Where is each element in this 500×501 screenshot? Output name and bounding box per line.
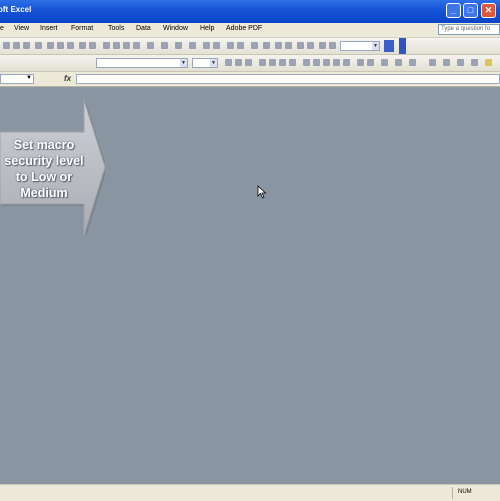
autosum-icon[interactable] bbox=[189, 42, 196, 49]
callout-line: security level bbox=[4, 154, 84, 168]
increase-indent-icon[interactable] bbox=[367, 59, 374, 66]
formula-input[interactable] bbox=[76, 74, 500, 84]
permission-icon[interactable] bbox=[35, 42, 42, 49]
callout-text: Set macro security level to Low or Mediu… bbox=[0, 137, 88, 201]
paste-icon[interactable] bbox=[123, 42, 130, 49]
dropdown-arrow-icon[interactable]: ▼ bbox=[180, 59, 187, 67]
borders-icon[interactable] bbox=[381, 59, 388, 66]
menu-adobe-pdf[interactable]: Adobe PDF bbox=[226, 25, 262, 32]
increase-decimal-icon[interactable] bbox=[333, 59, 340, 66]
insert-hyperlink-icon[interactable] bbox=[175, 42, 182, 49]
email-icon[interactable] bbox=[47, 42, 54, 49]
sort-descending-icon[interactable] bbox=[213, 42, 220, 49]
redo-icon[interactable] bbox=[161, 42, 168, 49]
toolbar-icon[interactable] bbox=[307, 42, 314, 49]
formula-bar: ▼ fx bbox=[0, 72, 500, 87]
cut-icon[interactable] bbox=[103, 42, 110, 49]
toolbar-icon[interactable] bbox=[263, 42, 270, 49]
menu-tools[interactable]: Tools bbox=[108, 25, 124, 32]
insert-function-icon[interactable]: fx bbox=[64, 74, 71, 83]
menu-insert[interactable]: Insert bbox=[40, 25, 58, 32]
decrease-indent-icon[interactable] bbox=[357, 59, 364, 66]
formatting-toolbar: ▼ ▼ bbox=[0, 55, 500, 72]
align-center-icon[interactable] bbox=[269, 59, 276, 66]
dropdown-arrow-icon[interactable]: ▼ bbox=[210, 59, 217, 67]
window-title: oft Excel bbox=[0, 5, 32, 14]
toolbar-icon[interactable] bbox=[275, 42, 282, 49]
status-bar: NUM bbox=[0, 484, 500, 501]
callout-line: Set macro bbox=[13, 138, 75, 152]
font-select[interactable]: ▼ bbox=[96, 58, 188, 68]
drawing-icon[interactable] bbox=[237, 42, 244, 49]
toolbar-icon[interactable] bbox=[457, 59, 464, 66]
cursor-icon bbox=[257, 185, 267, 199]
menu-edit[interactable]: e bbox=[0, 25, 4, 32]
minimize-icon[interactable]: _ bbox=[446, 3, 461, 18]
decrease-decimal-icon[interactable] bbox=[343, 59, 350, 66]
fill-color-icon[interactable] bbox=[395, 59, 402, 66]
toolbar-icon[interactable] bbox=[329, 42, 336, 49]
toolbar-handle bbox=[399, 38, 406, 54]
open-icon[interactable] bbox=[13, 42, 20, 49]
highlight-icon[interactable] bbox=[485, 59, 492, 66]
copy-icon[interactable] bbox=[113, 42, 120, 49]
toolbar-icon[interactable] bbox=[285, 42, 292, 49]
menu-help[interactable]: Help bbox=[200, 25, 214, 32]
toolbar-icon[interactable] bbox=[319, 42, 326, 49]
save-icon[interactable] bbox=[23, 42, 30, 49]
title-bar: oft Excel _ □ ✕ bbox=[0, 0, 500, 23]
currency-icon[interactable] bbox=[303, 59, 310, 66]
dropdown-arrow-icon[interactable]: ▼ bbox=[372, 42, 379, 50]
callout-line: Medium bbox=[20, 186, 68, 200]
undo-icon[interactable] bbox=[147, 42, 154, 49]
toolbar-icon[interactable] bbox=[297, 42, 304, 49]
standard-toolbar: ▼ bbox=[0, 38, 500, 55]
align-right-icon[interactable] bbox=[279, 59, 286, 66]
print-preview-icon[interactable] bbox=[67, 42, 74, 49]
underline-icon[interactable] bbox=[245, 59, 252, 66]
new-icon[interactable] bbox=[3, 42, 10, 49]
menu-data[interactable]: Data bbox=[136, 25, 151, 32]
menu-bar: e View Insert Format Tools Data Window H… bbox=[0, 23, 500, 38]
zoom-select[interactable]: ▼ bbox=[340, 41, 380, 51]
maximize-icon[interactable]: □ bbox=[463, 3, 478, 18]
sort-ascending-icon[interactable] bbox=[203, 42, 210, 49]
menu-window[interactable]: Window bbox=[163, 25, 188, 32]
font-color-icon[interactable] bbox=[409, 59, 416, 66]
bold-icon[interactable] bbox=[225, 59, 232, 66]
callout-line: to Low or bbox=[15, 170, 73, 184]
menu-format[interactable]: Format bbox=[71, 25, 93, 32]
font-size-select[interactable]: ▼ bbox=[192, 58, 218, 68]
italic-icon[interactable] bbox=[235, 59, 242, 66]
comma-style-icon[interactable] bbox=[323, 59, 330, 66]
dropdown-arrow-icon[interactable]: ▼ bbox=[26, 75, 32, 81]
num-lock-indicator: NUM bbox=[458, 489, 472, 495]
spelling-icon[interactable] bbox=[79, 42, 86, 49]
toolbar-icon[interactable] bbox=[251, 42, 258, 49]
close-icon[interactable]: ✕ bbox=[481, 3, 496, 18]
align-left-icon[interactable] bbox=[259, 59, 266, 66]
print-icon[interactable] bbox=[57, 42, 64, 49]
toolbar-icon[interactable] bbox=[471, 59, 478, 66]
format-painter-icon[interactable] bbox=[133, 42, 140, 49]
help-question-input[interactable]: Type a question fo bbox=[438, 24, 500, 35]
chart-wizard-icon[interactable] bbox=[227, 42, 234, 49]
help-icon[interactable] bbox=[384, 40, 394, 52]
merge-center-icon[interactable] bbox=[289, 59, 296, 66]
research-icon[interactable] bbox=[89, 42, 96, 49]
status-separator bbox=[452, 487, 453, 499]
toolbar-icon[interactable] bbox=[443, 59, 450, 66]
menu-view[interactable]: View bbox=[14, 25, 29, 32]
percent-icon[interactable] bbox=[313, 59, 320, 66]
toolbar-icon[interactable] bbox=[429, 59, 436, 66]
